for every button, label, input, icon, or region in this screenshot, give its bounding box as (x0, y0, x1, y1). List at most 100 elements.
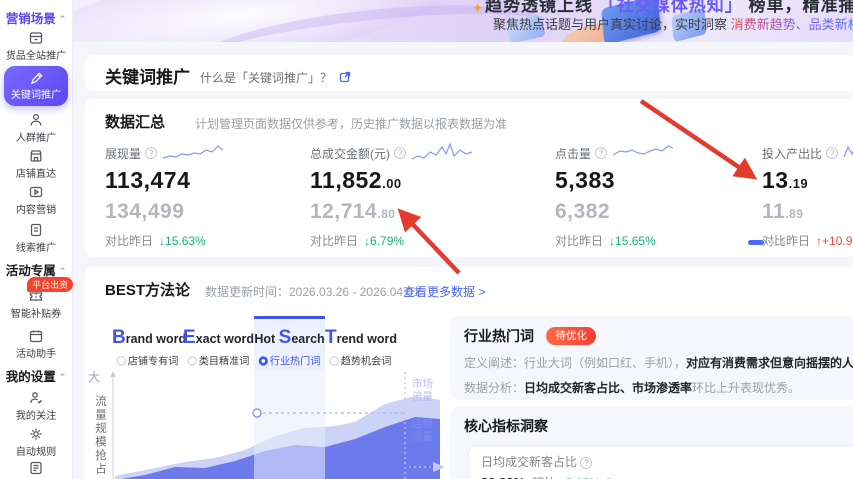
area-chart-canvas (110, 370, 445, 479)
core-metric-label: 日均成交新客占比 ? (481, 453, 847, 470)
legend-market-traffic: 市场流量 (412, 378, 433, 403)
carousel-dot[interactable] (770, 240, 775, 245)
play-video-icon (29, 186, 43, 198)
metric-label: 展现量 (105, 146, 142, 161)
core-metric-box: 日均成交新客占比 ? 39.83% 环比 ↓5.25% ? 同行同层均值 34.… (468, 445, 853, 479)
sidebar-item-label: 我的关注 (15, 410, 57, 422)
sidebar: 营销场景 ⌃ 货品全站推广 关键词推广 人群推广 店铺直达 内容营销 线索推广 活… (0, 0, 74, 479)
best-tabs: Brand word 店铺专有词 Exact word 类目精准词 Hot Se… (112, 316, 397, 370)
banner-headline-pre: 趋势透镜上线 (485, 0, 593, 15)
sidebar-item-label: 线索推广 (15, 242, 57, 254)
document-icon (30, 223, 42, 237)
tab-exact-word[interactable]: Exact word 类目精准词 (183, 316, 254, 370)
best-methodology-card: BEST方法论 数据更新时间：2026.03.26 - 2026.04.01 查… (85, 267, 853, 479)
storefront-icon (30, 150, 42, 162)
sidebar-section-label: 活动专属 (5, 264, 56, 278)
banner-subline-pre: 聚焦热点话题与用户真实讨论，实时洞察 (493, 17, 728, 32)
radio-icon[interactable] (329, 356, 339, 366)
help-icon[interactable]: ? (826, 147, 839, 159)
metric-label: 投入产出比 (762, 146, 823, 161)
sparkle-icon: ✦ (472, 0, 484, 16)
metrics-carousel-dots (748, 240, 786, 245)
metric-prev-value: 134,499 (105, 200, 185, 223)
core-metric-value-row: 39.83% 环比 ↓5.25% ? (481, 474, 847, 479)
calendar-icon (29, 330, 43, 343)
metric-compare: 对比昨日 ↓6.79% (310, 234, 405, 248)
person-check-icon (30, 392, 43, 404)
help-icon[interactable]: ? (580, 457, 593, 469)
sidebar-item-operation-log[interactable]: 我的操作记录 (0, 460, 72, 479)
data-summary-note: 计划管理页面数据仅供参考，历史推广数据以报表数据为准 (195, 117, 508, 131)
metric-compare: 对比昨日 ↓15.65% (555, 234, 656, 248)
sparkline-chart (612, 145, 674, 156)
sidebar-item-fullsite-promo[interactable]: 货品全站推广 (0, 30, 72, 63)
chevron-up-icon: ⌃ (58, 266, 67, 276)
sidebar-item-content-marketing[interactable]: 内容营销 (0, 184, 72, 217)
sparkline-chart (843, 145, 853, 158)
metric-value: 113,474 (105, 167, 191, 193)
sidebar-item-label: 关键词推广 (10, 89, 62, 101)
sidebar-item-activity-helper[interactable]: 活动助手 (0, 328, 72, 361)
best-title: BEST方法论 (105, 282, 191, 299)
metric-value: 5,383 (555, 167, 616, 193)
sidebar-section-settings[interactable]: 我的设置 ⌃ (0, 366, 72, 385)
banner-headline-post: 榜单，精准捕捉 (748, 0, 853, 15)
sidebar-item-label: 自动规则 (15, 446, 57, 458)
definition-line: 定义阐述：行业大词（例如口红、手机），对应有消费需求但意向摇摆的人群，拉新效果显… (464, 356, 853, 370)
gear-icon (30, 428, 42, 440)
data-summary-title: 数据汇总 (105, 114, 166, 131)
sparkline-chart (162, 145, 224, 159)
sidebar-item-shop-direct[interactable]: 店铺直达 (0, 148, 72, 181)
pen-icon (30, 72, 43, 85)
view-more-data-link[interactable]: 查看更多数据 > (403, 283, 485, 300)
carousel-dot[interactable] (781, 240, 786, 245)
panel-title: 行业热门词 (464, 328, 534, 344)
what-is-keyword-link[interactable]: 什么是「关键词推广」？ (200, 69, 351, 86)
notebook-icon (30, 461, 42, 475)
external-link-icon[interactable] (339, 71, 351, 83)
person-icon (30, 113, 42, 126)
radio-icon[interactable] (187, 356, 197, 366)
industry-hot-word-panel: 行业热门词 待优化 定义阐述：行业大词（例如口红、手机），对应有消费需求但意向摇… (450, 316, 853, 400)
help-icon[interactable]: ? (595, 147, 608, 159)
traffic-area-chart: 市场流量 店铺流量 (105, 370, 445, 479)
carousel-dot[interactable] (748, 240, 764, 245)
sidebar-item-smart-subsidy[interactable]: 智能补贴券 (0, 288, 72, 321)
sparkline-chart (411, 142, 473, 160)
core-metrics-panel: 核心指标洞察 日均成交新客占比 ? 39.83% 环比 ↓5.25% ? 同行同… (450, 406, 853, 479)
banner-subline-highlight: 消费新趋势、品类新机会 (731, 17, 853, 32)
sidebar-item-keyword-promo[interactable]: 关键词推广 (4, 66, 68, 106)
tab-brand-word[interactable]: Brand word 店铺专有词 (112, 316, 186, 370)
metric-impressions: 展现量 ? 113,474 134,499 对比昨日 ↓15.63% (105, 141, 315, 249)
y-axis-max-label: 大 (88, 370, 101, 384)
legend-shop-traffic: 店铺流量 (412, 418, 433, 443)
radio-icon[interactable] (116, 356, 126, 366)
sidebar-section-label: 营销场景 (5, 12, 56, 26)
sidebar-item-label: 活动助手 (15, 348, 57, 360)
tab-trend-word[interactable]: Trend word 趋势机会词 (325, 316, 397, 370)
sidebar-item-my-follows[interactable]: 我的关注 (0, 390, 72, 423)
sidebar-item-label: 智能补贴券 (10, 308, 62, 320)
banner-subline: 聚焦热点话题与用户真实讨论，实时洞察 消费新趋势、品类新机会 (493, 14, 853, 33)
box-icon (29, 32, 43, 44)
sidebar-item-label: 内容营销 (15, 204, 57, 216)
sidebar-item-auto-rules[interactable]: 自动规则 (0, 426, 72, 459)
metric-roi: 投入产出比 ? 13.19 11.89 对比昨日↑+10.93% (762, 141, 853, 249)
tab-hot-search[interactable]: Hot Search 行业热门词 (254, 316, 325, 370)
help-link-label: 什么是「关键词推广」？ (200, 71, 333, 85)
radio-selected-icon[interactable] (258, 356, 268, 366)
sidebar-section-label: 我的设置 (5, 370, 56, 384)
help-icon[interactable]: ? (145, 147, 158, 159)
chevron-up-icon: ⌃ (58, 372, 67, 382)
metric-value: 11,852.00 (310, 167, 402, 193)
data-analysis-line: 数据分析：日均成交新客占比、市场渗透率环比上升表现优秀。 (464, 381, 801, 395)
sidebar-section-marketing[interactable]: 营销场景 ⌃ (0, 8, 72, 27)
sidebar-item-audience-promo[interactable]: 人群推广 (0, 112, 72, 145)
promo-banner: ✦ 趋势透镜上线 「社交媒体热知」 榜单，精准捕捉 聚焦热点话题与用户真实讨论，… (72, 0, 853, 42)
help-icon[interactable]: ? (394, 147, 406, 159)
sidebar-item-label: 货品全站推广 (5, 50, 67, 62)
data-update-time: 数据更新时间：2026.03.26 - 2026.04.01 (205, 285, 420, 299)
sidebar-item-lead-promo[interactable]: 线索推广 (0, 222, 72, 255)
to-optimize-badge: 待优化 (546, 327, 596, 345)
data-summary-card: 数据汇总 计划管理页面数据仅供参考，历史推广数据以报表数据为准 展现量 ? 11… (85, 99, 853, 257)
